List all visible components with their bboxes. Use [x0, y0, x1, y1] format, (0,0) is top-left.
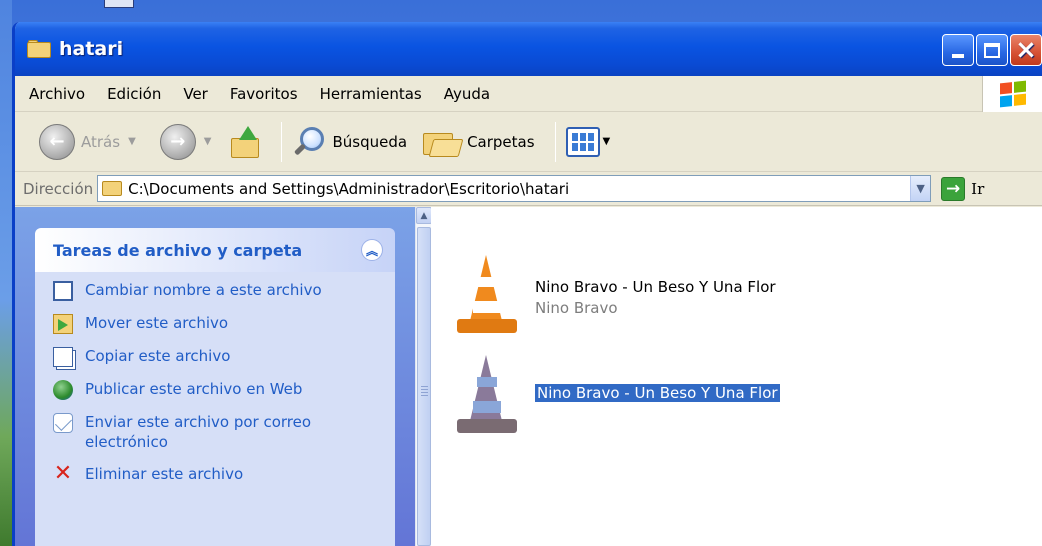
folder-icon: [102, 181, 123, 196]
file-name[interactable]: Nino Bravo - Un Beso Y Una Flor: [535, 384, 780, 402]
task-copy[interactable]: Copiar este archivo: [53, 346, 387, 367]
menu-herramientas[interactable]: Herramientas: [320, 85, 422, 103]
back-arrow-icon: ←: [39, 123, 75, 160]
up-folder-icon: [231, 125, 261, 158]
go-button[interactable]: → Ir: [941, 176, 985, 201]
address-label: Dirección: [23, 179, 94, 198]
menu-bar: Archivo Edición Ver Favoritos Herramient…: [15, 76, 1042, 112]
file-tasks-title: Tareas de archivo y carpeta: [53, 240, 303, 260]
forward-arrow-icon: →: [159, 123, 196, 160]
toolbar-separator: [281, 121, 283, 162]
task-pane-scrollbar[interactable]: ▲: [415, 207, 432, 546]
window-title: hatari: [59, 38, 124, 60]
task-move[interactable]: Mover este archivo: [53, 313, 387, 334]
menu-archivo[interactable]: Archivo: [29, 85, 85, 103]
file-tasks-list: Cambiar nombre a este archivo Mover este…: [35, 272, 395, 546]
vlc-cone-icon: [455, 255, 519, 339]
standard-toolbar: ← Atrás ▼ → ▼ Búsqueda Carpetas ▼: [15, 112, 1042, 172]
task-label: Publicar este archivo en Web: [85, 380, 303, 398]
views-icon: [565, 126, 600, 157]
minimize-button[interactable]: [942, 34, 974, 66]
file-list: Nino Bravo - Un Beso Y Una Flor Nino Bra…: [431, 207, 1042, 546]
address-path: C:\Documents and Settings\Administrador\…: [128, 179, 570, 198]
search-label: Búsqueda: [332, 132, 408, 151]
close-icon: ×: [1015, 35, 1037, 65]
folders-button[interactable]: Carpetas: [423, 127, 535, 157]
address-dropdown-button[interactable]: ▼: [910, 176, 931, 201]
up-folder-button[interactable]: [227, 125, 261, 158]
task-label: Mover este archivo: [85, 314, 229, 332]
grip-icon: [421, 386, 428, 398]
window-controls: ×: [942, 34, 1042, 66]
publish-web-icon: [53, 380, 73, 400]
go-arrow-icon: →: [941, 176, 966, 201]
maximize-icon: [984, 42, 1000, 58]
scroll-up-button[interactable]: ▲: [416, 207, 432, 224]
task-delete[interactable]: ✕ Eliminar este archivo: [53, 461, 387, 486]
main-content: Tareas de archivo y carpeta ︽ Cambiar no…: [15, 207, 1042, 546]
menu-ayuda[interactable]: Ayuda: [444, 85, 490, 103]
title-bar[interactable]: hatari ×: [15, 22, 1042, 76]
scroll-thumb[interactable]: [417, 227, 431, 546]
search-button[interactable]: Búsqueda: [292, 125, 407, 159]
file-artist: Nino Bravo: [535, 299, 618, 317]
forward-button[interactable]: → ▼: [159, 123, 212, 160]
file-tasks-header[interactable]: Tareas de archivo y carpeta ︽: [35, 228, 395, 272]
task-label: Enviar este archivo por correo electróni…: [85, 413, 312, 451]
windows-logo-icon: [982, 76, 1042, 112]
delete-icon: ✕: [53, 461, 73, 486]
back-label: Atrás: [81, 132, 121, 151]
back-button[interactable]: ← Atrás ▼: [39, 123, 136, 160]
email-icon: [53, 413, 73, 433]
task-pane: Tareas de archivo y carpeta ︽ Cambiar no…: [15, 207, 432, 546]
close-button[interactable]: ×: [1010, 34, 1042, 66]
folders-icon: [423, 127, 464, 157]
folders-label: Carpetas: [467, 132, 535, 151]
collapse-icon[interactable]: ︽: [361, 239, 383, 261]
go-label: Ir: [971, 179, 985, 198]
task-email[interactable]: Enviar este archivo por correo electróni…: [53, 412, 387, 452]
task-label: Cambiar nombre a este archivo: [85, 281, 322, 299]
forward-dropdown-icon[interactable]: ▼: [204, 136, 212, 147]
rename-icon: [53, 281, 73, 301]
task-label: Copiar este archivo: [85, 347, 231, 365]
views-dropdown-icon: ▼: [602, 136, 611, 147]
views-button[interactable]: ▼: [565, 126, 611, 157]
file-tasks-panel: Tareas de archivo y carpeta ︽ Cambiar no…: [35, 228, 395, 546]
desktop-background: [0, 0, 12, 546]
menu-favoritos[interactable]: Favoritos: [230, 85, 298, 103]
vlc-cone-icon: [455, 355, 519, 439]
file-item-selected[interactable]: Nino Bravo - Un Beso Y Una Flor: [455, 355, 780, 439]
search-icon: [292, 125, 326, 159]
address-input[interactable]: C:\Documents and Settings\Administrador\…: [97, 175, 932, 202]
menu-edicion[interactable]: Edición: [107, 85, 161, 103]
move-icon: [53, 314, 73, 334]
task-rename[interactable]: Cambiar nombre a este archivo: [53, 280, 387, 301]
address-bar: Dirección C:\Documents and Settings\Admi…: [15, 172, 1042, 206]
copy-icon: [53, 347, 73, 367]
back-dropdown-icon[interactable]: ▼: [128, 136, 136, 147]
menu-ver[interactable]: Ver: [183, 85, 208, 103]
minimize-icon: [952, 54, 964, 58]
task-label: Eliminar este archivo: [85, 465, 244, 483]
file-item[interactable]: Nino Bravo - Un Beso Y Una Flor Nino Bra…: [455, 255, 776, 339]
desktop-icon[interactable]: [104, 0, 134, 8]
toolbar-separator: [554, 121, 556, 162]
explorer-window: hatari × Archivo Edición Ver Favoritos H…: [12, 22, 1042, 546]
folder-icon: [27, 40, 51, 58]
task-publish-web[interactable]: Publicar este archivo en Web: [53, 379, 387, 400]
file-name: Nino Bravo - Un Beso Y Una Flor: [535, 278, 776, 296]
maximize-button[interactable]: [976, 34, 1008, 66]
